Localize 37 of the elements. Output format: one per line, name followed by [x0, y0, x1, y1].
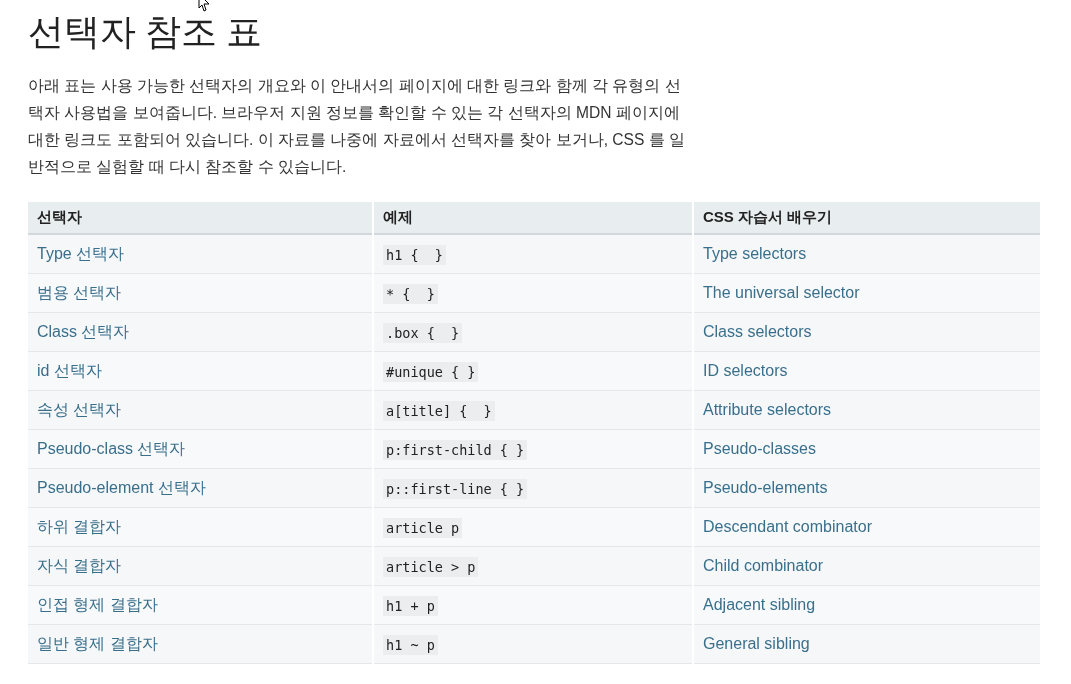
page-title: 선택자 참조 표 — [28, 13, 262, 52]
column-header: 선택자 — [28, 202, 372, 235]
code-example: #unique { } — [383, 361, 479, 382]
intro-paragraph: 아래 표는 사용 가능한 선택자의 개요와 이 안내서의 페이지에 대한 링크와 함께 각 유형의 선택자 사용법을 보여줍니다. 브라우저 지원 정보를 확인할 수 있는 각 선택자의 MDN 페이지에 대한 링크도 포함되어 있습니다. 이 자료를 나중에 자료에서 선택자를 찾아 보거나, CSS 를 일반적으로 실험할 때 다시 참조할 수 있습니다. — [28, 76, 687, 177]
code-example: p::first-line { } — [383, 478, 528, 499]
selector-link[interactable]: 속성 선택자 — [37, 400, 122, 418]
code-example: .box { } — [383, 322, 463, 343]
tutorial-link[interactable]: Pseudo-elements — [703, 479, 828, 496]
selector-link[interactable]: Type 선택자 — [37, 244, 125, 262]
tutorial-link[interactable]: Adjacent sibling — [703, 596, 816, 613]
column-header: 예제 — [374, 202, 692, 235]
column-header: CSS 자습서 배우기 — [694, 202, 1040, 235]
selector-link[interactable]: id 선택자 — [37, 361, 102, 379]
code-example: a[title] { } — [383, 400, 495, 421]
tutorial-link[interactable]: Pseudo-classes — [703, 440, 816, 457]
selector-link[interactable]: 자식 결합자 — [37, 556, 122, 574]
selector-link[interactable]: Pseudo-class 선택자 — [37, 439, 186, 457]
code-example: h1 ~ p — [383, 634, 438, 655]
code-example: h1 + p — [383, 595, 438, 616]
tutorial-link[interactable]: Child combinator — [703, 557, 824, 574]
code-example: p:first-child { } — [383, 439, 528, 460]
code-example: article p — [383, 517, 463, 538]
selector-link[interactable]: 일반 형제 결합자 — [37, 634, 158, 652]
tutorial-link[interactable]: The universal selector — [703, 284, 860, 301]
tutorial-link[interactable]: Type selectors — [703, 245, 807, 262]
selector-link[interactable]: 범용 선택자 — [37, 283, 122, 301]
mouse-pointer-icon — [198, 0, 211, 12]
code-example: * { } — [383, 283, 438, 304]
selector-link[interactable]: 하위 결합자 — [37, 517, 122, 535]
code-example: h1 { } — [383, 244, 446, 265]
tutorial-link[interactable]: ID selectors — [703, 362, 788, 379]
selector-link[interactable]: Class 선택자 — [37, 322, 130, 340]
tutorial-link[interactable]: General sibling — [703, 635, 810, 652]
selector-link[interactable]: 인접 형제 결합자 — [37, 595, 158, 613]
code-example: article > p — [383, 556, 479, 577]
tutorial-link[interactable]: Attribute selectors — [703, 401, 832, 418]
tutorial-link[interactable]: Class selectors — [703, 323, 812, 340]
